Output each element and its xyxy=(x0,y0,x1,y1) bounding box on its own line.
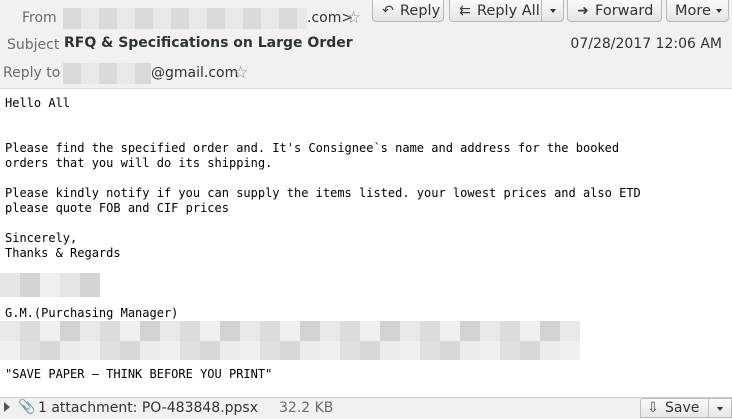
star-icon[interactable]: ☆ xyxy=(346,10,361,27)
reply-to-label: Reply to xyxy=(3,65,61,81)
message-header: From .com> ☆ ↶ Reply ⇇ Reply All ➜ Forwa… xyxy=(0,0,732,89)
footer-note: "SAVE PAPER – THINK BEFORE YOU PRINT" xyxy=(5,367,273,381)
reply-all-dropdown[interactable] xyxy=(541,0,564,22)
subject-text: RFQ & Specifications on Large Order xyxy=(64,35,353,51)
redacted-contact-info xyxy=(0,341,580,360)
closing-line: Thanks & Regards xyxy=(5,246,121,260)
expand-attachments-toggle[interactable] xyxy=(4,402,10,412)
reply-button-label: Reply xyxy=(400,2,441,19)
from-address-redacted xyxy=(63,8,307,29)
more-button[interactable]: More xyxy=(666,0,729,22)
forward-button-label: Forward xyxy=(595,2,654,19)
chevron-down-icon xyxy=(717,406,723,411)
body-line: Please find the specified order and. It'… xyxy=(5,141,620,155)
forward-icon: ➜ xyxy=(577,2,589,19)
reply-to-redacted xyxy=(63,63,151,84)
attachment-size: 32.2 KB xyxy=(279,400,334,416)
signature-title: G.M.(Purchasing Manager) xyxy=(5,306,179,320)
chevron-down-icon xyxy=(715,8,722,13)
message-date: 07/28/2017 12:06 AM xyxy=(570,36,722,52)
save-dropdown[interactable] xyxy=(708,399,731,418)
more-button-label: More xyxy=(675,2,711,19)
attachment-bar: 📎 1 attachment: PO-483848.ppsx 32.2 KB xyxy=(0,397,732,419)
reply-all-button-label: Reply All xyxy=(477,2,540,19)
redacted-contact-info xyxy=(0,321,580,341)
save-button[interactable]: ⇩ Save xyxy=(640,398,732,418)
star-icon[interactable]: ☆ xyxy=(233,65,248,82)
body-line: Please kindly notify if you can supply t… xyxy=(5,186,641,200)
reply-to-suffix[interactable]: @gmail.com xyxy=(151,65,238,81)
save-button-label: Save xyxy=(665,400,700,416)
reply-all-icon: ⇇ xyxy=(459,2,471,19)
body-line: orders that you will do its shipping. xyxy=(5,156,273,170)
attachment-summary[interactable]: 1 attachment: PO-483848.ppsx xyxy=(38,400,258,416)
greeting: Hello All xyxy=(5,96,71,110)
body-line: please quote FOB and CIF prices xyxy=(5,201,229,215)
reply-button[interactable]: ↶ Reply xyxy=(372,0,444,22)
from-label: From xyxy=(22,10,57,26)
chevron-down-icon xyxy=(550,9,556,13)
subject-label: Subject xyxy=(7,37,60,53)
closing-line: Sincerely, xyxy=(5,231,78,245)
reply-icon: ↶ xyxy=(382,2,394,19)
paperclip-icon: 📎 xyxy=(18,399,36,415)
redacted-sender-name xyxy=(0,273,100,297)
forward-button[interactable]: ➜ Forward xyxy=(567,0,662,22)
download-icon: ⇩ xyxy=(647,400,659,416)
